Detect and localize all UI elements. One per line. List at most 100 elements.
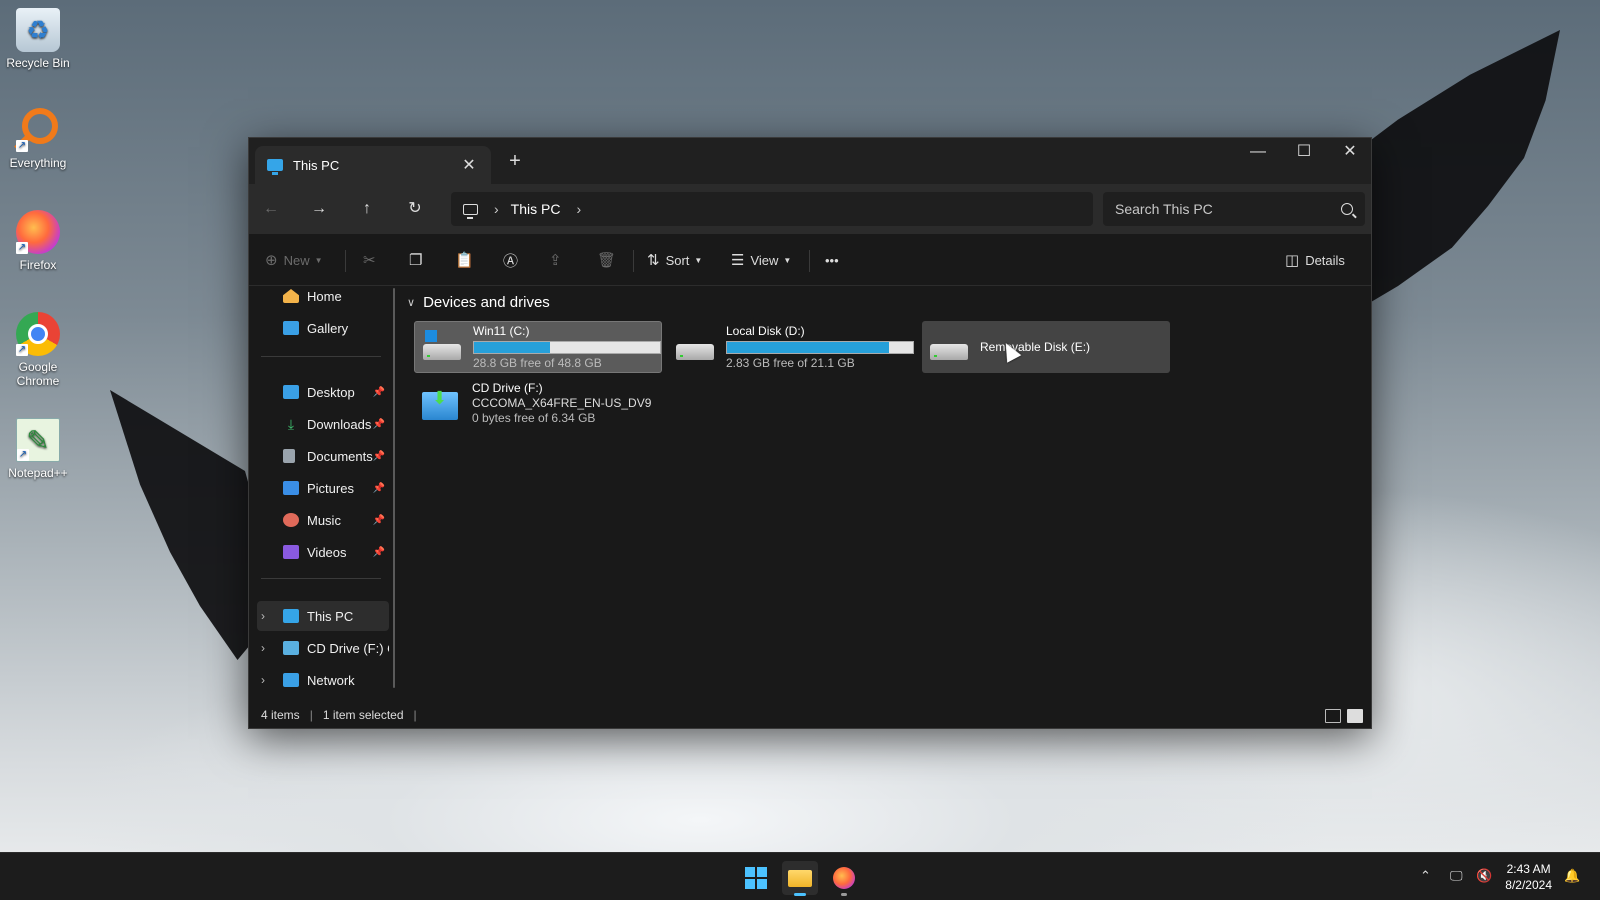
cd-drive-icon xyxy=(420,386,462,420)
chevron-right-icon[interactable]: › xyxy=(576,201,581,217)
sort-button[interactable]: ⇅ Sort ▼ xyxy=(647,248,702,272)
search-box[interactable] xyxy=(1103,192,1365,226)
copy-button[interactable]: ❐ xyxy=(409,248,428,272)
sidebar-item-label: Music xyxy=(307,512,341,528)
chevron-right-icon[interactable]: › xyxy=(261,609,265,623)
search-input[interactable] xyxy=(1115,201,1341,217)
rename-button[interactable]: Ⓐ xyxy=(503,248,524,272)
drive-item-f[interactable]: CD Drive (F:) CCCOMA_X64FRE_EN-US_DV9 0 … xyxy=(414,377,662,429)
sidebar-item-downloads[interactable]: ⤓ Downloads 📌 xyxy=(257,409,389,439)
new-button[interactable]: ⊕ New ▼ xyxy=(265,248,323,272)
chevron-right-icon[interactable]: › xyxy=(494,201,499,217)
address-bar-row: ← → ↑ ↻ › This PC › xyxy=(249,184,1371,234)
network-status-icon[interactable]: 🖵 xyxy=(1450,868,1463,884)
details-view-toggle[interactable] xyxy=(1325,709,1341,723)
forward-button[interactable]: → xyxy=(307,198,331,220)
sidebar-item-label: Downloads xyxy=(307,416,372,432)
pin-icon[interactable]: 📌 xyxy=(373,515,385,526)
view-button[interactable]: ☰ View ▼ xyxy=(731,248,791,272)
sidebar-item-network[interactable]: › Network xyxy=(257,665,389,695)
pin-icon[interactable]: 📌 xyxy=(373,451,385,462)
start-button[interactable] xyxy=(738,861,774,895)
taskbar-clock[interactable]: 2:43 AM 8/2/2024 xyxy=(1505,861,1552,893)
chevron-right-icon[interactable]: › xyxy=(261,673,265,687)
sidebar-item-desktop[interactable]: Desktop 📌 xyxy=(257,377,389,407)
more-options-button[interactable]: ••• xyxy=(825,248,839,272)
volume-icon[interactable]: 🔇 xyxy=(1476,868,1492,884)
shortcut-arrow-icon: ↗ xyxy=(16,344,28,356)
divider xyxy=(345,250,346,272)
back-button[interactable]: ← xyxy=(259,198,283,220)
new-tab-button[interactable]: + xyxy=(503,150,527,173)
up-button[interactable]: ↑ xyxy=(355,198,379,220)
paste-button[interactable]: 📋 xyxy=(455,248,480,272)
command-bar: ⊕ New ▼ ✂ ❐ 📋 Ⓐ ⇪ 🗑 ⇅ Sort ▼ ☰ View ▼ ••… xyxy=(249,234,1371,286)
navigation-scrollbar[interactable] xyxy=(393,288,395,688)
downloads-icon: ⤓ xyxy=(287,416,295,432)
navigation-pane: Home Gallery Desktop 📌 ⤓ Downloads 📌 Doc… xyxy=(249,286,397,696)
sidebar-item-videos[interactable]: Videos 📌 xyxy=(257,537,389,567)
drive-volume-label: CCCOMA_X64FRE_EN-US_DV9 xyxy=(472,395,652,410)
drive-item-c[interactable]: Win11 (C:) 28.8 GB free of 48.8 GB xyxy=(414,321,662,373)
drive-info: Local Disk (D:) 2.83 GB free of 21.1 GB xyxy=(726,324,914,371)
pin-icon[interactable]: 📌 xyxy=(373,419,385,430)
desktop-icon-firefox[interactable]: ↗ Firefox xyxy=(2,210,74,272)
pin-icon[interactable]: 📌 xyxy=(373,483,385,494)
drive-item-e[interactable]: Removable Disk (E:) xyxy=(922,321,1170,373)
desktop-icon-notepad[interactable]: ↗ Notepad++ xyxy=(2,418,74,480)
home-icon xyxy=(283,289,299,303)
desktop-icon-chrome[interactable]: ↗ Google Chrome xyxy=(2,312,74,388)
breadcrumb[interactable]: › This PC › xyxy=(451,192,1093,226)
delete-button[interactable]: 🗑 xyxy=(597,248,622,272)
drive-item-d[interactable]: Local Disk (D:) 2.83 GB free of 21.1 GB xyxy=(668,321,916,373)
sidebar-item-pictures[interactable]: Pictures 📌 xyxy=(257,473,389,503)
drive-name: Win11 (C:) xyxy=(473,323,530,338)
details-pane-button[interactable]: ◫ Details xyxy=(1285,248,1345,272)
notification-bell-icon[interactable]: 🔔 xyxy=(1564,868,1580,884)
breadcrumb-this-pc[interactable]: This PC xyxy=(511,201,561,217)
sidebar-item-home[interactable]: Home xyxy=(257,281,389,311)
sidebar-item-gallery[interactable]: Gallery xyxy=(257,313,389,343)
refresh-button[interactable]: ↻ xyxy=(403,198,427,220)
sidebar-item-this-pc[interactable]: › This PC xyxy=(257,601,389,631)
sidebar-item-music[interactable]: Music 📌 xyxy=(257,505,389,535)
rename-icon: Ⓐ xyxy=(503,252,519,270)
sidebar-item-cd-drive[interactable]: › CD Drive (F:) CC xyxy=(257,633,389,663)
chevron-right-icon[interactable]: › xyxy=(261,641,265,655)
status-bar: 4 items | 1 item selected | xyxy=(249,702,1371,728)
maximize-button[interactable]: ☐ xyxy=(1281,138,1327,168)
share-button[interactable]: ⇪ xyxy=(549,248,568,272)
desktop-folder-icon xyxy=(283,385,299,399)
gallery-icon xyxy=(283,321,299,335)
show-hidden-icons-chevron-up-icon[interactable]: ⌃ xyxy=(1420,868,1431,884)
sidebar-item-documents[interactable]: Documents 📌 xyxy=(257,441,389,471)
tiles-view-toggle[interactable] xyxy=(1347,709,1363,723)
desktop-icon-everything[interactable]: ↗ Everything xyxy=(2,108,74,170)
drive-free-space: 2.83 GB free of 21.1 GB xyxy=(726,355,855,370)
drive-usage-bar xyxy=(473,340,661,354)
videos-icon xyxy=(283,545,299,559)
close-tab-icon[interactable]: ✕ xyxy=(459,155,479,175)
taskbar-firefox[interactable] xyxy=(826,861,862,896)
pin-icon[interactable]: 📌 xyxy=(373,387,385,398)
shortcut-arrow-icon: ↗ xyxy=(16,140,28,152)
tab-title: This PC xyxy=(293,157,340,173)
pin-icon[interactable]: 📌 xyxy=(373,547,385,558)
chevron-down-icon[interactable]: ∨ xyxy=(407,296,415,309)
drive-name: CD Drive (F:) xyxy=(472,380,543,395)
desktop-icon-recycle-bin[interactable]: Recycle Bin xyxy=(2,8,74,70)
chevron-down-icon: ▼ xyxy=(694,255,703,265)
cut-button[interactable]: ✂ xyxy=(363,248,382,272)
notepad-plus-plus-icon: ↗ xyxy=(16,418,60,462)
drive-info: Win11 (C:) 28.8 GB free of 48.8 GB xyxy=(473,324,661,371)
close-window-button[interactable]: ✕ xyxy=(1327,138,1373,168)
divider xyxy=(633,250,634,272)
search-icon[interactable] xyxy=(1341,203,1353,215)
shortcut-arrow-icon: ↗ xyxy=(16,242,28,254)
desktop-icon-label: Firefox xyxy=(19,258,57,272)
drive-info: CD Drive (F:) CCCOMA_X64FRE_EN-US_DV9 0 … xyxy=(472,381,656,426)
group-header-devices[interactable]: ∨ Devices and drives xyxy=(407,294,550,311)
taskbar-file-explorer[interactable] xyxy=(782,861,818,896)
tab-this-pc[interactable]: This PC ✕ xyxy=(255,146,491,184)
minimize-button[interactable]: — xyxy=(1235,138,1281,168)
